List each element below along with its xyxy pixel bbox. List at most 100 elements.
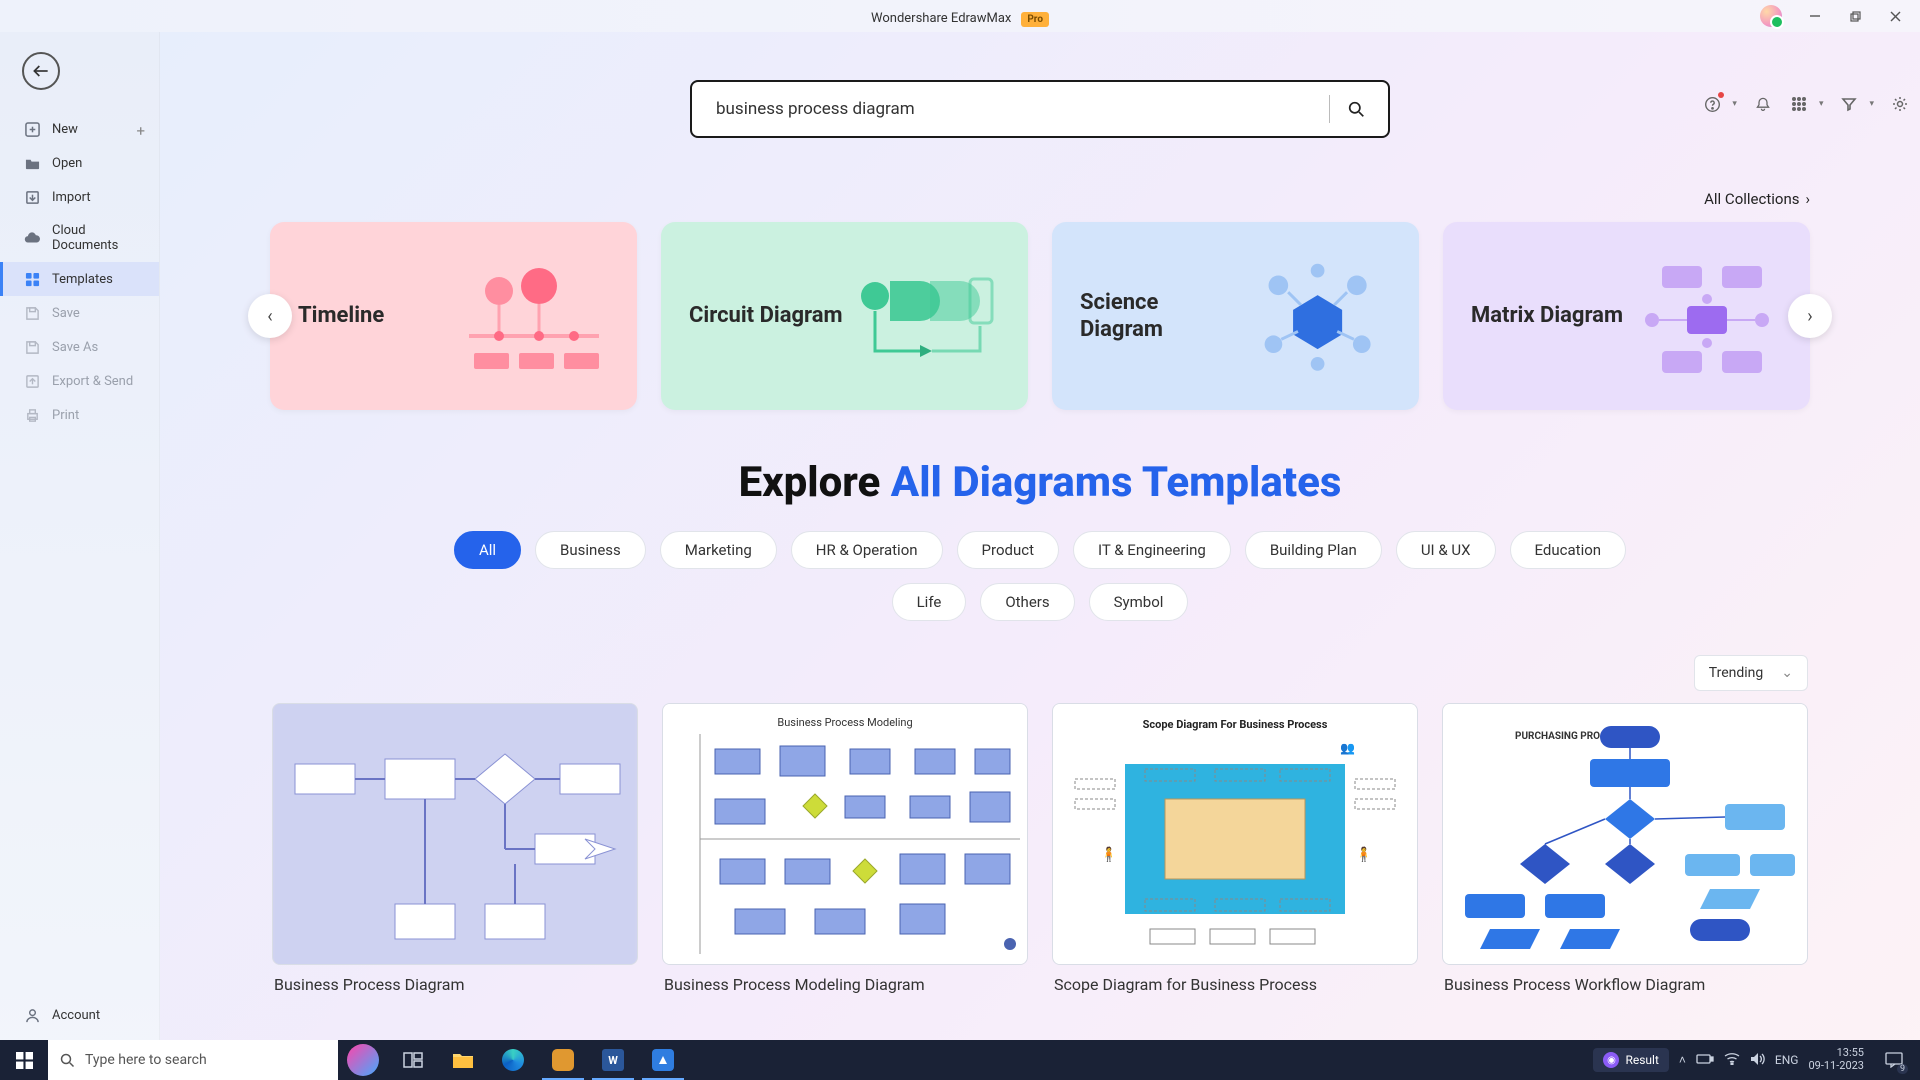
taskbar-app-word[interactable]: W [588,1040,638,1080]
carousel-prev-button[interactable]: ‹ [248,294,292,338]
category-card-circuit[interactable]: Circuit Diagram [661,222,1028,410]
all-collections-label: All Collections [1704,190,1799,208]
template-thumbnail[interactable]: PURCHASING PROCESS [1442,703,1808,965]
filter-marketing[interactable]: Marketing [660,531,777,569]
filter-business[interactable]: Business [535,531,646,569]
tray-volume-icon[interactable] [1750,1052,1765,1069]
all-collections-link[interactable]: All Collections › [1704,190,1810,208]
taskbar-result-label: Result [1625,1053,1658,1067]
search-box[interactable] [690,80,1390,138]
sidebar-item-save[interactable]: Save [0,296,159,330]
sidebar-item-print[interactable]: Print [0,398,159,432]
sort-select[interactable]: Trending ⌄ [1694,655,1808,691]
search-container [160,80,1920,138]
taskbar-app-explorer[interactable] [438,1040,488,1080]
science-art-icon [1244,251,1391,381]
sidebar-item-label: Export & Send [52,374,133,389]
back-button[interactable] [22,52,60,90]
taskbar-search-placeholder: Type here to search [85,1052,207,1068]
search-button[interactable] [1342,95,1370,123]
print-icon [24,407,40,423]
category-card-timeline[interactable]: Timeline [270,222,637,410]
cloud-icon [24,230,40,246]
template-card: Business Process Diagram [272,703,638,994]
filter-product[interactable]: Product [957,531,1059,569]
carousel-next-button[interactable]: › [1788,294,1832,338]
template-title: Business Process Diagram [272,975,638,994]
sidebar-item-label: New [52,122,78,137]
circuit-art-icon [850,251,1000,381]
caret-icon: ▾ [1869,99,1874,109]
sidebar-item-templates[interactable]: Templates [0,262,159,296]
sidebar-item-label: Import [52,190,91,205]
settings-icon[interactable] [1890,94,1910,114]
tray-lang[interactable]: ENG [1775,1053,1799,1067]
user-icon [24,1007,40,1023]
filter-ui-ux[interactable]: UI & UX [1396,531,1496,569]
help-icon[interactable] [1702,94,1722,114]
sidebar-item-save-as[interactable]: Save As [0,330,159,364]
sidebar-item-account[interactable]: Account [0,998,159,1032]
sidebar-item-new[interactable]: New + [0,112,159,146]
template-thumbnail[interactable] [272,703,638,965]
taskbar-notifications[interactable]: 9 [1874,1040,1914,1080]
template-card: Scope Diagram For Business Process 🧍🧍 👥 … [1052,703,1418,994]
sidebar-item-import[interactable]: Import [0,180,159,214]
filter-it-engineering[interactable]: IT & Engineering [1073,531,1231,569]
filter-hr-operation[interactable]: HR & Operation [791,531,943,569]
svg-text:Scope Diagram For Business Pro: Scope Diagram For Business Process [1143,718,1328,731]
filter-life[interactable]: Life [892,583,967,621]
taskbar-app-edrawmax[interactable] [638,1040,688,1080]
tray-chevron-up-icon[interactable]: ˄ [1679,1053,1686,1067]
app-title: Wondershare EdrawMax Pro [871,7,1049,26]
taskbar-app-taskview[interactable] [388,1040,438,1080]
taskbar-date: 09-11-2023 [1808,1060,1864,1073]
template-thumbnail[interactable]: Business Process Modeling [662,703,1028,965]
search-input[interactable] [716,99,1317,119]
sidebar-item-export-send[interactable]: Export & Send [0,364,159,398]
taskbar-app-news[interactable] [338,1040,388,1080]
sidebar-item-label: Print [52,408,79,423]
category-title: Science Diagram [1080,289,1244,344]
timeline-art-icon [459,251,609,381]
category-card-science[interactable]: Science Diagram [1052,222,1419,410]
tray-battery-icon[interactable] [1696,1053,1714,1068]
start-button[interactable] [0,1040,48,1080]
sidebar-item-open[interactable]: Open [0,146,159,180]
titlebar: Wondershare EdrawMax Pro [0,0,1920,32]
window-minimize-button[interactable] [1798,4,1832,28]
app-title-text: Wondershare EdrawMax [871,11,1011,26]
window-maximize-button[interactable] [1838,4,1872,28]
window-close-button[interactable] [1878,4,1912,28]
template-card: Business Process Modeling Business Proce… [662,703,1028,994]
chevron-down-icon: ⌄ [1781,665,1793,681]
sidebar: New + Open Import Cloud Documents Templa… [0,32,160,1080]
taskbar-result-pill[interactable]: ◉ Result [1593,1048,1668,1072]
import-icon [24,189,40,205]
user-avatar[interactable] [1760,5,1782,27]
taskbar-clock[interactable]: 13:55 09-11-2023 [1808,1047,1864,1072]
grid-icon[interactable] [1789,94,1809,114]
add-icon[interactable]: + [136,122,145,140]
filter-all[interactable]: All [454,531,521,569]
template-title: Scope Diagram for Business Process [1052,975,1418,994]
filter-building-plan[interactable]: Building Plan [1245,531,1382,569]
filter-symbol[interactable]: Symbol [1089,583,1189,621]
sidebar-item-label: Account [52,1008,100,1023]
taskbar-apps: W [338,1040,688,1080]
filter-education[interactable]: Education [1510,531,1627,569]
caret-icon: ▾ [1819,99,1824,109]
taskbar-app-generic[interactable] [538,1040,588,1080]
bell-icon[interactable] [1753,94,1773,114]
template-thumbnail[interactable]: Scope Diagram For Business Process 🧍🧍 👥 [1052,703,1418,965]
filter-icon[interactable] [1839,94,1859,114]
notification-count: 9 [1897,1064,1908,1074]
sidebar-item-cloud-documents[interactable]: Cloud Documents [0,214,159,262]
filter-others[interactable]: Others [980,583,1074,621]
taskbar-app-edge[interactable] [488,1040,538,1080]
taskbar-search[interactable]: Type here to search [48,1040,338,1080]
tray-wifi-icon[interactable] [1724,1052,1740,1068]
category-card-matrix[interactable]: Matrix Diagram [1443,222,1810,410]
all-collections-row: All Collections › [160,138,1920,222]
taskbar: Type here to search W ◉ Result ˄ ENG 13:… [0,1040,1920,1080]
